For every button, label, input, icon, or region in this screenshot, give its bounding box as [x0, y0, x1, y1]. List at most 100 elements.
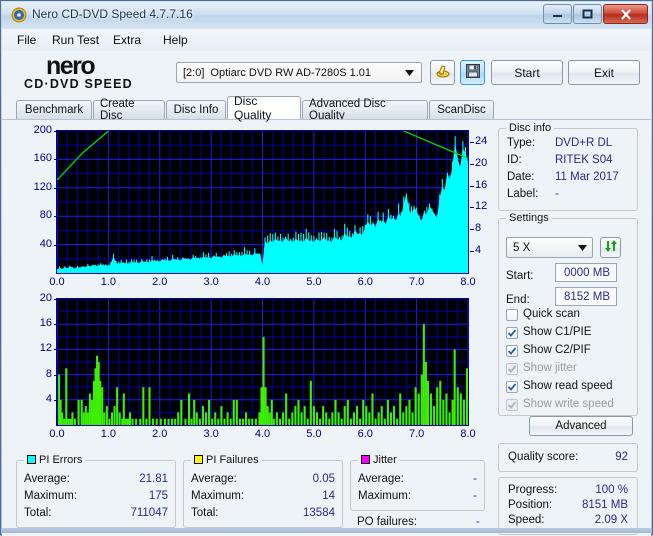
- refresh-button[interactable]: [600, 237, 621, 258]
- speed-select-value: 5 X: [513, 241, 531, 254]
- x-tick-label: 3.0: [203, 276, 219, 288]
- nero-logo: nero CD·DVD SPEED: [24, 52, 174, 93]
- pi-errors-total-label: Total:: [24, 507, 52, 519]
- pi-errors-maximum-label: Maximum:: [24, 490, 78, 502]
- disc-info-title: Disc info: [506, 122, 555, 134]
- close-button[interactable]: [603, 4, 648, 24]
- y-tick-mark: [54, 131, 58, 132]
- tab-benchmark[interactable]: Benchmark: [16, 100, 92, 119]
- menu-run-test[interactable]: Run Test: [46, 32, 105, 48]
- y-tick-mark: [54, 324, 58, 326]
- speed-select[interactable]: 5 X: [506, 237, 593, 258]
- disc-label-label: Label:: [507, 188, 539, 200]
- jitter-stats-title: Jitter: [358, 454, 400, 466]
- progress-value: 100 %: [595, 484, 628, 496]
- y-tick-label: 4: [45, 392, 52, 405]
- show-c1-pie-checkbox[interactable]: [506, 327, 518, 339]
- exit-button[interactable]: Exit: [568, 60, 640, 85]
- pi-failures-maximum-value: 14: [322, 490, 335, 502]
- pi-failures-plot-area: [56, 298, 469, 426]
- pi-errors-stats-title: PI Errors: [24, 454, 86, 466]
- x-tick-label: 0.0: [49, 428, 65, 440]
- minimize-button[interactable]: [543, 4, 572, 24]
- pi-errors-average-label: Average:: [24, 473, 70, 485]
- advanced-button[interactable]: Advanced: [529, 416, 633, 436]
- y2-tick-mark: [470, 229, 474, 231]
- disc-date-label: Date:: [507, 171, 535, 183]
- end-mb-field[interactable]: 8152 MB: [555, 287, 617, 306]
- y-tick-label: 20: [39, 292, 52, 304]
- y-tick-label: 8: [45, 367, 52, 380]
- start-button[interactable]: Start: [491, 60, 563, 85]
- tab-create-disc[interactable]: Create Disc: [93, 98, 165, 122]
- pi-failures-total-value: 13584: [303, 507, 335, 519]
- y-tick-mark: [54, 187, 58, 189]
- title-bar: Nero CD-DVD Speed 4.7.7.16: [2, 2, 651, 30]
- logo-cddvdspeed-text: CD·DVD SPEED: [24, 77, 133, 91]
- eject-button[interactable]: [430, 60, 455, 85]
- show-read-speed-checkbox[interactable]: [506, 381, 518, 393]
- chevron-down-icon[interactable]: [401, 63, 417, 82]
- show-jitter-label: Show jitter: [523, 362, 577, 374]
- y-tick-label: 200: [33, 124, 52, 136]
- quality-score-label: Quality score:: [508, 451, 579, 463]
- pi-errors-svg: [57, 131, 468, 273]
- x-tick-label: 5.0: [306, 428, 322, 440]
- save-button[interactable]: [460, 60, 485, 85]
- x-tick-label: 1.0: [100, 428, 117, 440]
- y-tick-mark: [54, 299, 58, 300]
- tab-disc-info[interactable]: Disc Info: [166, 100, 226, 119]
- x-tick-label: 0.0: [49, 276, 65, 288]
- jitter-color-swatch: [361, 455, 370, 464]
- tab-scandisc[interactable]: ScanDisc: [429, 100, 494, 119]
- tab-advanced-disc-quality[interactable]: Advanced Disc Quality: [302, 98, 428, 122]
- y2-tick-label: 12: [475, 200, 488, 213]
- x-tick-label: 1.0: [100, 276, 117, 288]
- y-tick-label: 120: [33, 180, 52, 193]
- nero-disc-icon: [11, 7, 27, 23]
- pi-failures-chart: 4 8 12 16 20 0.0 1.0 2.0 3.0 4.0 5.0 6.0 7.0 8.0: [2, 288, 492, 456]
- maximize-button[interactable]: [573, 4, 602, 24]
- show-jitter-checkbox: [506, 363, 518, 375]
- pi-errors-plot-area: [56, 130, 469, 274]
- menu-help[interactable]: Help: [157, 32, 194, 48]
- pi-failures-color-swatch: [194, 455, 203, 464]
- x-tick-label: 8.0: [460, 276, 476, 288]
- show-read-speed-label: Show read speed: [523, 380, 613, 392]
- y2-tick-label: 4: [475, 244, 482, 257]
- y2-tick-label: 16: [475, 178, 488, 191]
- disc-quality-panel: 40 80 120 160 200 4 8 12 16 20 24 0.0 1.0 2.0 3.0 4.0…: [2, 119, 651, 536]
- pi-errors-chart: 40 80 120 160 200 4 8 12 16 20 24 0.0 1.0 2.0 3.0 4.0…: [2, 120, 492, 290]
- disc-date-value: 11 Mar 2017: [555, 171, 619, 183]
- y2-tick-mark: [470, 185, 474, 187]
- x-tick-label: 7.0: [408, 276, 425, 288]
- po-failures-value: -: [476, 516, 480, 528]
- end-mb-label: End:: [506, 294, 530, 306]
- y2-tick-mark: [470, 141, 474, 143]
- y-tick-label: 80: [39, 209, 52, 222]
- tab-disc-quality[interactable]: Disc Quality: [227, 94, 301, 122]
- y-tick-mark: [54, 244, 58, 246]
- eject-icon: [435, 63, 451, 82]
- x-tick-label: 6.0: [357, 428, 373, 440]
- menu-extra[interactable]: Extra: [107, 32, 147, 48]
- tab-strip: Benchmark Create Disc Disc Info Disc Qua…: [2, 94, 651, 122]
- position-value: 8151 MB: [581, 499, 628, 511]
- y-tick-mark: [54, 374, 58, 376]
- disc-id-label: ID:: [507, 154, 522, 166]
- show-c2-pif-label: Show C2/PIF: [523, 344, 591, 356]
- start-mb-field[interactable]: 0000 MB: [555, 263, 617, 282]
- progress-label: Progress:: [508, 484, 558, 496]
- quick-scan-checkbox[interactable]: [506, 309, 518, 321]
- menu-file[interactable]: File: [11, 32, 42, 48]
- pi-errors-stats-group: PI Errors Average: 21.81 Maximum: 175 To…: [16, 454, 176, 528]
- y2-tick-label: 20: [475, 156, 488, 169]
- x-tick-label: 2.0: [152, 276, 168, 288]
- pi-failures-average-label: Average:: [191, 473, 237, 485]
- pi-failures-total-label: Total:: [191, 507, 219, 519]
- show-c2-pif-checkbox[interactable]: [506, 345, 518, 357]
- drive-select[interactable]: [2:0] Optiarc DVD RW AD-7280S 1.01: [176, 62, 422, 83]
- chevron-down-icon[interactable]: [572, 238, 587, 257]
- quality-score-group: Quality score: 92: [498, 443, 638, 472]
- x-tick-label: 4.0: [254, 428, 271, 440]
